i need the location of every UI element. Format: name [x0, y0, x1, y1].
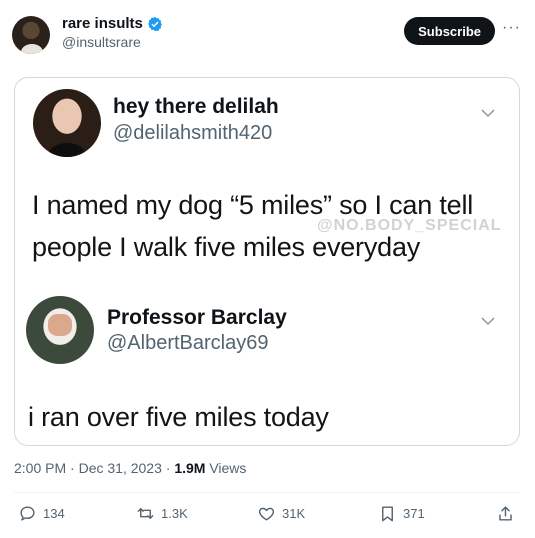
bookmark-icon [382, 506, 393, 522]
embedded-post-text-line1: i ran over five miles today [28, 402, 329, 432]
views-count: 1.9M [174, 460, 206, 476]
author-avatar[interactable] [12, 16, 50, 54]
reply-count: 134 [43, 506, 65, 521]
tweet-media-image[interactable]: hey there delilah @delilahsmith420 I nam… [14, 77, 520, 446]
reply-button[interactable]: 134 [18, 504, 65, 523]
verified-badge-icon [147, 16, 162, 31]
share-button[interactable] [496, 504, 515, 523]
author-name-row[interactable]: rare insults [62, 15, 163, 32]
barclay-avatar [26, 296, 94, 364]
repost-button[interactable]: 1.3K [136, 504, 188, 523]
tweet-meta: 2:00 PM · Dec 31, 2023 · 1.9M Views [14, 460, 246, 476]
embedded-post-handle: @AlbertBarclay69 [107, 332, 269, 354]
bookmark-button[interactable]: 371 [378, 504, 425, 523]
like-button[interactable]: 31K [257, 504, 305, 523]
like-count: 31K [282, 506, 306, 521]
reply-icon [20, 506, 35, 521]
author-display-name[interactable]: rare insults [62, 15, 143, 32]
action-bar: 134 1.3K 31K 371 [0, 504, 535, 528]
chevron-down-icon [481, 317, 495, 326]
embedded-post-name: hey there delilah [113, 95, 279, 118]
like-icon [258, 507, 275, 521]
repost-count: 1.3K [161, 506, 188, 521]
author-info: rare insults @insultsrare [62, 15, 163, 50]
chevron-down-icon [481, 109, 495, 118]
views-label: Views [205, 460, 247, 476]
share-icon [499, 506, 512, 521]
more-icon[interactable]: ··· [502, 20, 521, 36]
embedded-post-handle: @delilahsmith420 [113, 122, 273, 144]
bookmark-count: 371 [403, 506, 425, 521]
tweet-header: rare insults @insultsrare Subscribe ··· [12, 14, 527, 58]
delilah-avatar [33, 89, 101, 157]
embedded-post-name: Professor Barclay [107, 306, 287, 329]
repost-icon [137, 508, 154, 519]
divider [14, 492, 520, 493]
author-handle[interactable]: @insultsrare [62, 34, 163, 50]
timestamp[interactable]: 2:00 PM · Dec 31, 2023 · [14, 460, 174, 476]
watermark-text: @NO.BODY_SPECIAL [317, 217, 502, 234]
subscribe-button[interactable]: Subscribe [404, 17, 495, 45]
